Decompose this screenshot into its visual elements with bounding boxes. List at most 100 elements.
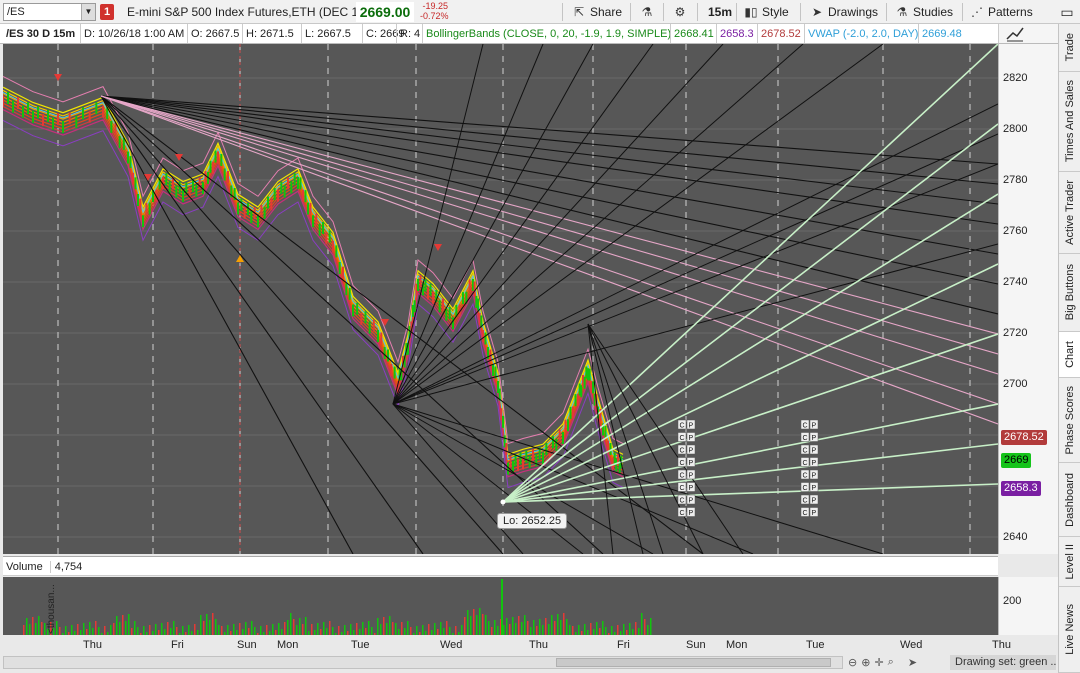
- volume-bar: [476, 615, 478, 635]
- volume-bar: [299, 618, 301, 635]
- separator: [697, 3, 698, 21]
- link-group-badge[interactable]: 1: [100, 4, 114, 20]
- volume-bar: [530, 627, 532, 635]
- volume-bar: [221, 626, 223, 635]
- price-plot[interactable]: CPCPCPCPCPCPCPCPCPCPCPCPCPCPCPCP Lo: 265…: [3, 44, 998, 554]
- style-button[interactable]: ▮▯ Style: [744, 3, 788, 21]
- tab-trade[interactable]: Trade: [1059, 24, 1080, 72]
- volume-bar: [467, 610, 469, 635]
- volume-bar: [41, 622, 43, 635]
- symbol-input[interactable]: /ES ▼: [3, 3, 96, 21]
- drawing-tool-icon-box[interactable]: [998, 24, 1058, 44]
- chart-scrollbar[interactable]: [3, 656, 843, 669]
- volume-bar: [554, 621, 556, 635]
- crosshair-icon[interactable]: ✛: [874, 656, 883, 669]
- volume-bar: [326, 628, 328, 635]
- cp-badge-text: P: [812, 510, 817, 517]
- patterns-button[interactable]: ⋰ Patterns: [970, 3, 1033, 21]
- volume-bar: [38, 616, 40, 635]
- share-button[interactable]: ⇱ Share: [572, 3, 622, 21]
- tab-live-news[interactable]: Live News: [1059, 587, 1080, 673]
- volume-bar: [284, 622, 286, 635]
- drawings-button[interactable]: ➤ Drawings: [810, 3, 878, 21]
- volume-bar: [434, 623, 436, 635]
- tab-times-and-sales[interactable]: Times And Sales: [1059, 72, 1080, 172]
- studies-label: Studies: [913, 5, 954, 19]
- volume-bar: [485, 615, 487, 635]
- drawing-set-selector[interactable]: Drawing set: green ...: [950, 655, 1056, 670]
- volume-bar: [563, 613, 565, 635]
- volume-bar: [524, 615, 526, 635]
- bar-low: L: 2667.5: [301, 24, 354, 43]
- volume-bar: [89, 622, 91, 635]
- zoom-out-icon[interactable]: ⊖: [848, 656, 857, 669]
- volume-bar: [371, 627, 373, 635]
- volume-bar: [449, 627, 451, 635]
- studies-button[interactable]: ⚗ Studies: [895, 3, 953, 21]
- cp-badge-text: C: [803, 448, 808, 455]
- volume-bar: [410, 627, 412, 635]
- fan-line: [100, 95, 998, 425]
- settings-button[interactable]: ⚙: [673, 3, 687, 21]
- volume-bar: [350, 624, 352, 635]
- close-icon[interactable]: ▭: [1058, 3, 1076, 21]
- time-axis[interactable]: Thu Fri Sun Mon Tue Wed Thu Fri Sun Mon …: [3, 635, 998, 655]
- cp-badge-text: P: [812, 423, 817, 430]
- tab-chart[interactable]: Chart: [1059, 332, 1080, 378]
- volume-bar: [509, 624, 511, 635]
- cp-badge-text: C: [680, 510, 685, 517]
- volume-bar: [233, 624, 235, 635]
- drawings-label: Drawings: [828, 5, 879, 19]
- volume-bar: [248, 628, 250, 635]
- volume-bar: [311, 624, 313, 635]
- volume-bar: [203, 621, 205, 635]
- fan-line: [502, 44, 998, 503]
- bollinger-band: [3, 75, 624, 445]
- price-tick: 2720: [1003, 327, 1028, 339]
- volume-bar: [605, 627, 607, 635]
- bollinger-band: [3, 119, 624, 489]
- volume-bar: [551, 615, 553, 635]
- tab-phase-scores[interactable]: Phase Scores: [1059, 378, 1080, 463]
- volume-bar: [521, 622, 523, 635]
- volume-bar: [344, 625, 346, 635]
- cp-badge-text: C: [680, 473, 685, 480]
- tab-label: Live News: [1064, 604, 1076, 655]
- volume-bar: [494, 620, 496, 635]
- symbol-dropdown-icon[interactable]: ▼: [81, 4, 95, 20]
- fan-line: [502, 263, 998, 503]
- fan-line: [100, 95, 998, 355]
- timeframe-button[interactable]: 15m: [708, 3, 732, 21]
- search-icon[interactable]: ⌕: [888, 656, 894, 669]
- volume-bar: [209, 620, 211, 635]
- cp-badge-text: C: [680, 435, 685, 442]
- flask-button[interactable]: ⚗: [640, 3, 654, 21]
- moving-average-ribbon: [3, 86, 624, 456]
- tab-big-buttons[interactable]: Big Buttons: [1059, 254, 1080, 332]
- volume-spike: [501, 579, 503, 635]
- volume-bar: [533, 620, 535, 635]
- volume-bar: [644, 619, 646, 635]
- volume-plot[interactable]: [3, 577, 998, 635]
- bollinger-label[interactable]: BollingerBands (CLOSE, 0, 20, -1.9, 1.9,…: [422, 24, 674, 43]
- volume-bar: [422, 625, 424, 635]
- pointer-icon[interactable]: ➤: [908, 656, 917, 669]
- volume-header: Volume 4,754: [3, 556, 998, 576]
- bar-high: H: 2671.5: [242, 24, 297, 43]
- tab-dashboard[interactable]: Dashboard: [1059, 463, 1080, 537]
- zoom-in-icon[interactable]: ⊕: [861, 656, 870, 669]
- vwap-label[interactable]: VWAP (-2.0, 2.0, DAY): [804, 24, 921, 43]
- scrollbar-thumb[interactable]: [556, 658, 831, 667]
- volume-bar: [29, 624, 31, 635]
- price-axis[interactable]: 2820 2800 2780 2760 2740 2720 2700 2680 …: [998, 44, 1058, 554]
- volume-axis-unit: <thousan...: [46, 584, 57, 634]
- symbol-description: E-mini S&P 500 Index Futures,ETH (DEC 18…: [127, 5, 369, 19]
- tab-level-ii[interactable]: Level II: [1059, 537, 1080, 587]
- tab-active-trader[interactable]: Active Trader: [1059, 172, 1080, 254]
- volume-bar: [290, 613, 292, 635]
- volume-bar: [539, 619, 541, 635]
- separator: [562, 3, 563, 21]
- volume-bar: [536, 626, 538, 635]
- volume-bar: [338, 626, 340, 635]
- symbol-text: /ES: [7, 6, 25, 18]
